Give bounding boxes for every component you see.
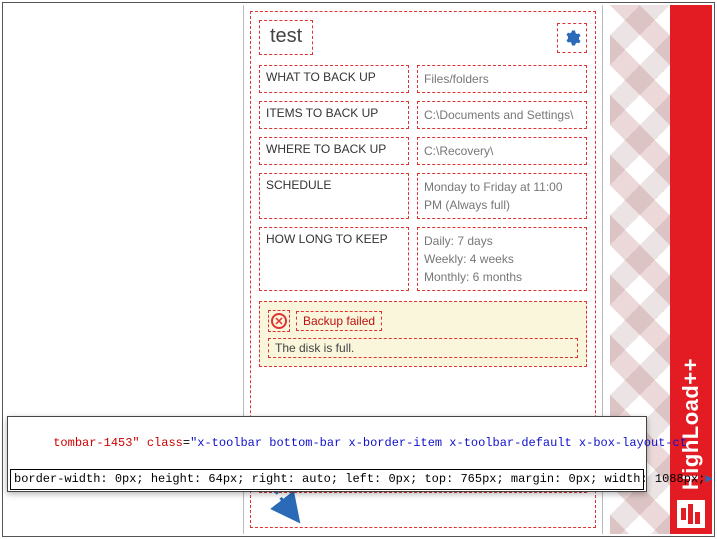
- devtools-tooltip: tombar-1453" class="x-toolbar bottom-bar…: [7, 416, 647, 492]
- brand-sidebar: HighLoad++: [670, 5, 712, 534]
- field-what[interactable]: WHAT TO BACK UP Files/folders: [259, 65, 587, 93]
- field-label: WHAT TO BACK UP: [259, 65, 409, 93]
- status-label: Backup failed: [296, 311, 382, 331]
- field-value: Files/folders: [417, 65, 587, 93]
- brand-text: HighLoad++: [678, 358, 704, 490]
- field-value: C:\Recovery\: [417, 137, 587, 165]
- plan-title: test: [259, 20, 313, 55]
- tooltip-text: =: [183, 436, 190, 450]
- field-value: Daily: 7 days Weekly: 4 weeks Monthly: 6…: [417, 227, 587, 291]
- field-label: ITEMS TO BACK UP: [259, 101, 409, 129]
- settings-button[interactable]: [557, 23, 587, 53]
- tooltip-text: "x-toolbar bottom-bar x-border-item x-to…: [190, 436, 687, 450]
- gear-icon: [563, 29, 581, 47]
- brand-icon: [677, 500, 705, 528]
- field-label: HOW LONG TO KEEP: [259, 227, 409, 291]
- tooltip-text: tombar-1453": [53, 436, 147, 450]
- status-message: The disk is full.: [268, 338, 578, 358]
- field-value: C:\Documents and Settings\: [417, 101, 587, 129]
- field-label: SCHEDULE: [259, 173, 409, 219]
- error-icon: ✕: [268, 310, 290, 332]
- tooltip-style-text: border-width: 0px; height: 64px; right: …: [14, 471, 705, 488]
- field-where[interactable]: WHERE TO BACK UP C:\Recovery\: [259, 137, 587, 165]
- field-retain[interactable]: HOW LONG TO KEEP Daily: 7 days Weekly: 4…: [259, 227, 587, 291]
- status-panel: ✕ Backup failed The disk is full.: [259, 301, 587, 367]
- chevron-right-icon: ▶: [705, 471, 712, 488]
- field-label: WHERE TO BACK UP: [259, 137, 409, 165]
- field-value: Monday to Friday at 11:00 PM (Always ful…: [417, 173, 587, 219]
- field-schedule[interactable]: SCHEDULE Monday to Friday at 11:00 PM (A…: [259, 173, 587, 219]
- field-items[interactable]: ITEMS TO BACK UP C:\Documents and Settin…: [259, 101, 587, 129]
- tooltip-text: class: [147, 436, 183, 450]
